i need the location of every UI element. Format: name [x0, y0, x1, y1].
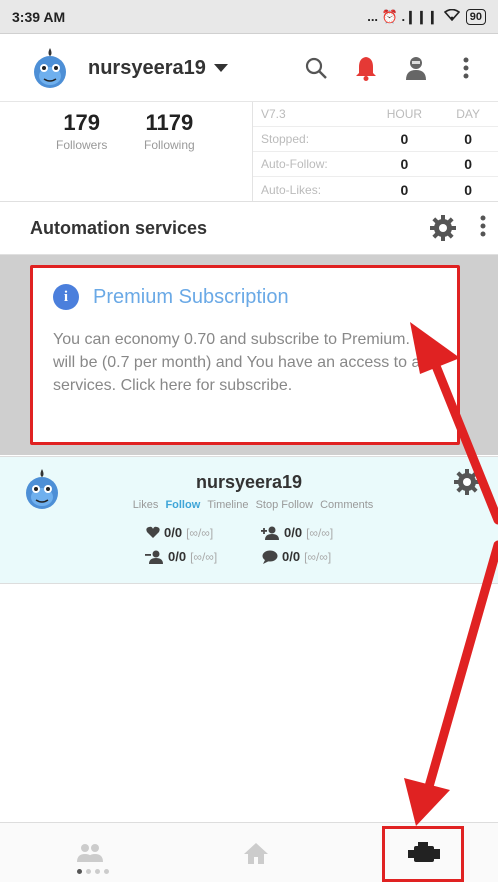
battery-icon: 90 — [465, 8, 486, 25]
account-card[interactable]: nursyeera19 Likes Follow Timeline Stop F… — [0, 456, 498, 584]
row-hour: 0 — [400, 131, 409, 147]
account-switcher[interactable]: nursyeera19 — [88, 57, 228, 80]
following-count: 1179 — [145, 110, 194, 135]
search-icon[interactable] — [298, 50, 334, 86]
premium-subscription-card[interactable]: i Premium Subscription You can economy 0… — [30, 265, 460, 445]
notification-bell-icon[interactable] — [348, 50, 384, 86]
account-settings-gear-icon[interactable] — [452, 467, 482, 497]
username-label: nursyeera19 — [88, 56, 206, 79]
info-icon: i — [53, 284, 79, 310]
unfollow-value: 0/0 — [168, 549, 187, 564]
app-version: V7.3 — [261, 107, 286, 121]
highlight-box — [382, 826, 464, 882]
avatar[interactable] — [28, 46, 72, 90]
users-group-icon — [77, 844, 103, 862]
automation-section-header: Automation services — [0, 201, 498, 255]
likes-metric: 0/0 [∞/∞] — [146, 525, 213, 540]
followers-label: Followers — [56, 138, 108, 152]
row-label: Stopped: — [261, 132, 310, 146]
likes-limit: [∞/∞] — [186, 525, 214, 540]
page-indicator — [77, 869, 109, 874]
followers-stat[interactable]: 179 Followers — [56, 110, 107, 152]
account-username: nursyeera19 — [195, 472, 303, 492]
comment-icon — [262, 550, 278, 564]
chevron-down-icon — [213, 64, 228, 72]
more-vertical-icon[interactable] — [448, 50, 484, 86]
row-label: Auto-Follow: — [261, 157, 328, 171]
tab-likes[interactable]: Likes — [133, 499, 159, 511]
premium-description: You can economy 0.70 and subscribe to Pr… — [53, 331, 428, 394]
stats-panel: 179 Followers 1179 Following V7.3 HOUR D… — [0, 101, 498, 202]
tab-stop-follow[interactable]: Stop Follow — [256, 499, 313, 511]
following-stat[interactable]: 1179 Following — [144, 110, 195, 152]
remove-user-icon — [145, 550, 163, 564]
table-row: Auto-Follow: 0 0 — [253, 152, 498, 177]
wifi-icon — [443, 8, 460, 24]
section-title: Automation services — [30, 217, 208, 238]
tab-comments[interactable]: Comments — [320, 499, 373, 511]
heart-icon — [146, 526, 160, 538]
more-vertical-icon[interactable] — [480, 215, 486, 242]
premium-title: Premium Subscription — [93, 285, 289, 308]
status-time: 3:39 AM — [12, 8, 66, 25]
app-bar: nursyeera19 — [0, 35, 498, 101]
row-day: 0 — [464, 131, 473, 147]
row-label: Auto-Likes: — [261, 182, 322, 197]
comments-metric: 0/0 [∞/∞] — [262, 549, 331, 564]
user-agent-icon[interactable] — [398, 50, 434, 86]
row-hour: 0 — [400, 181, 409, 198]
home-icon — [244, 843, 268, 864]
signal-icons: ... ⏰ .❙❙❙ — [367, 8, 438, 24]
account-tabs: Likes Follow Timeline Stop Follow Commen… — [0, 499, 498, 511]
activity-table: V7.3 HOUR DAY Stopped: 0 0 Auto-Follow: … — [252, 102, 498, 202]
row-day: 0 — [464, 156, 473, 172]
following-label: Following — [144, 138, 195, 152]
follow-limit: [∞/∞] — [306, 525, 334, 540]
table-row: Stopped: 0 0 — [253, 127, 498, 152]
tab-timeline[interactable]: Timeline — [207, 499, 248, 511]
settings-gear-icon[interactable] — [428, 213, 458, 243]
status-bar: 3:39 AM ... ⏰ .❙❙❙ 90 — [0, 0, 498, 34]
unfollow-limit: [∞/∞] — [190, 549, 218, 564]
status-icons: ... ⏰ .❙❙❙ 90 — [367, 8, 486, 25]
follow-value: 0/0 — [284, 525, 303, 540]
unfollow-metric: 0/0 [∞/∞] — [144, 549, 217, 564]
row-hour: 0 — [400, 156, 409, 172]
comments-limit: [∞/∞] — [304, 549, 332, 564]
row-day: 0 — [464, 181, 473, 198]
table-header: V7.3 HOUR DAY — [253, 102, 498, 127]
col-hour: HOUR — [386, 107, 423, 121]
comments-value: 0/0 — [282, 549, 301, 564]
follow-metric: 0/0 [∞/∞] — [260, 525, 333, 540]
likes-value: 0/0 — [164, 525, 183, 540]
tab-follow[interactable]: Follow — [165, 499, 200, 511]
nav-home[interactable] — [216, 823, 296, 882]
col-day: DAY — [456, 107, 481, 121]
add-user-icon — [261, 526, 279, 540]
table-row: Auto-Likes: 0 0 — [253, 177, 498, 202]
followers-count: 179 — [63, 110, 101, 135]
